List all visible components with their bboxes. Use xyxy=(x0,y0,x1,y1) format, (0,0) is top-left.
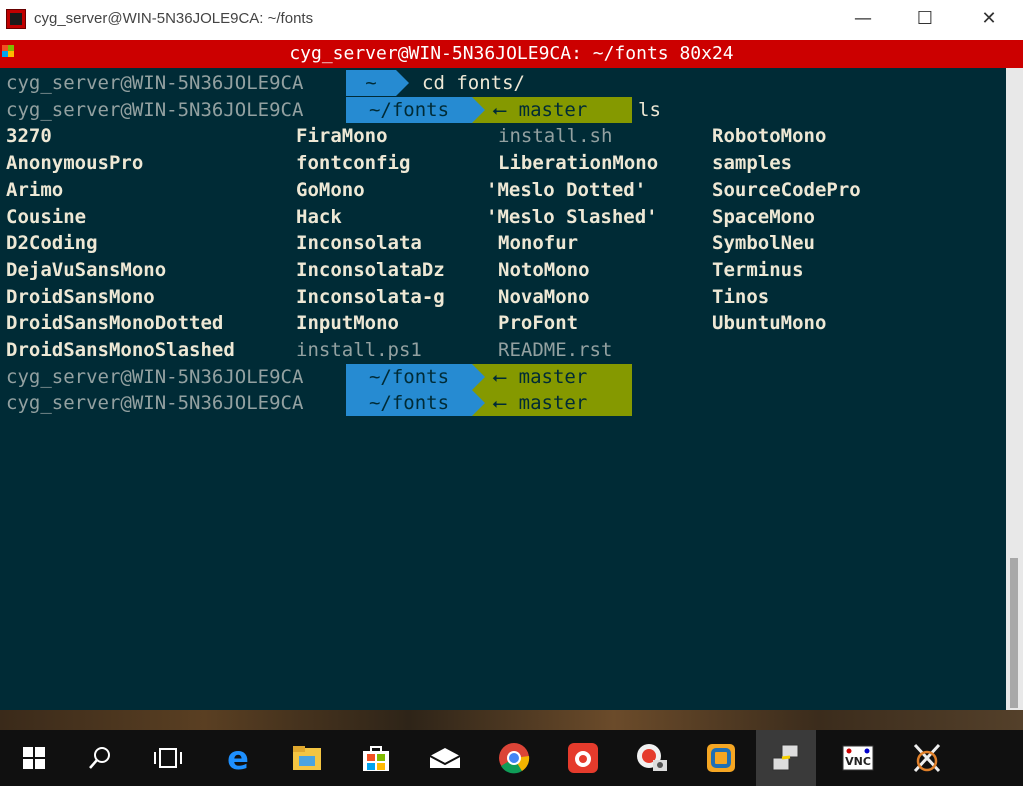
listing-directory: GoMono xyxy=(296,178,365,201)
separator-arrow-icon xyxy=(472,96,485,123)
scrollbar-thumb[interactable] xyxy=(1010,558,1018,708)
branch-icon: ⭠ xyxy=(492,392,508,415)
chrome-icon[interactable] xyxy=(484,730,544,786)
branch-icon: ⭠ xyxy=(492,98,508,121)
maximize-button[interactable]: ☐ xyxy=(893,0,957,40)
media-app-icon[interactable] xyxy=(622,730,682,786)
prompt-directory: ~ xyxy=(346,70,396,96)
vmware-icon[interactable] xyxy=(691,730,751,786)
taskbar-bar: e VNC xyxy=(0,730,1023,786)
separator-arrow-icon xyxy=(472,363,485,390)
listing-directory: FiraMono xyxy=(296,125,388,148)
branch-name: master xyxy=(507,392,588,415)
prompt-directory: ~/fonts xyxy=(346,96,472,123)
separator-arrow-icon xyxy=(396,70,409,96)
vnc-icon[interactable]: VNC xyxy=(828,730,888,786)
listing-directory: Hack xyxy=(296,205,342,228)
listing-directory: Terminus xyxy=(712,258,804,281)
prompt-user: cyg_server@WIN-5N36JOLE9CA xyxy=(6,365,304,388)
close-button[interactable]: ✕ xyxy=(957,0,1021,40)
listing-directory: Inconsolata xyxy=(296,232,422,255)
window-titlebar: cyg_server@WIN-5N36JOLE9CA: ~/fonts — ☐ … xyxy=(0,0,1023,40)
branch-name: master xyxy=(507,365,588,388)
listing-directory: NovaMono xyxy=(498,285,590,308)
file-explorer-icon[interactable] xyxy=(277,730,337,786)
listing-directory: LiberationMono xyxy=(498,152,659,175)
listing-directory: D2Coding xyxy=(6,232,98,255)
svg-text:VNC: VNC xyxy=(845,755,871,768)
listing-directory: RobotoMono xyxy=(712,125,827,148)
prompt-directory: ~/fonts xyxy=(346,363,472,390)
separator-arrow-icon xyxy=(472,390,485,417)
terminal-title-bar: cyg_server@WIN-5N36JOLE9CA: ~/fonts 80x2… xyxy=(0,40,1023,68)
taskbar: e VNC xyxy=(0,710,1023,786)
prompt-line: cyg_server@WIN-5N36JOLE9CA ~/fonts ⭠ maste… xyxy=(0,363,1006,391)
edge-icon[interactable]: e xyxy=(208,730,268,786)
prompt-line: cyg_server@WIN-5N36JOLE9CA ~/fonts ⭠ maste… xyxy=(0,96,1006,124)
branch-icon: ⭠ xyxy=(492,365,508,388)
prompt-user: cyg_server@WIN-5N36JOLE9CA xyxy=(6,392,304,415)
listing-directory: SourceCodePro xyxy=(712,178,861,201)
listing-directory: DroidSansMono xyxy=(6,285,155,308)
listing-directory: samples xyxy=(712,152,793,175)
listing-directory: 3270 xyxy=(6,125,52,148)
window-title: cyg_server@WIN-5N36JOLE9CA: ~/fonts xyxy=(34,10,314,27)
command-text: ls xyxy=(638,98,661,121)
listing-directory: Cousine xyxy=(6,205,87,228)
listing-directory: SpaceMono xyxy=(712,205,815,228)
listing-directory: SymbolNeu xyxy=(712,232,815,255)
terminal-output[interactable]: cyg_server@WIN-5N36JOLE9CA ~ cd fonts/cyg_… xyxy=(0,68,1006,710)
prompt-line: cyg_server@WIN-5N36JOLE9CA ~/fonts ⭠ maste… xyxy=(0,390,1006,417)
start-icon[interactable] xyxy=(4,730,64,786)
listing-directory: UbuntuMono xyxy=(712,312,827,335)
screenshot-app-icon[interactable] xyxy=(553,730,613,786)
command-text: cd fonts/ xyxy=(422,72,525,94)
listing-directory: DejaVuSansMono xyxy=(6,258,167,281)
separator-arrow-icon xyxy=(612,390,625,417)
separator-arrow-icon xyxy=(612,96,625,123)
prompt-line: cyg_server@WIN-5N36JOLE9CA ~ cd fonts/ xyxy=(0,70,1006,97)
prompt-directory: ~/fonts xyxy=(346,390,472,417)
separator-arrow-icon xyxy=(612,363,625,390)
listing-directory: DroidSansMonoSlashed xyxy=(6,339,235,361)
listing-directory: Inconsolata-g xyxy=(296,285,445,308)
listing-directory: fontconfig xyxy=(296,152,411,175)
prompt-user: cyg_server@WIN-5N36JOLE9CA xyxy=(6,72,304,94)
listing-directory: Arimo xyxy=(6,178,64,201)
listing-directory: 'Meslo Slashed' xyxy=(486,205,658,228)
prompt-git-branch: ⭠ master xyxy=(472,390,632,417)
prompt-git-branch: ⭠ master xyxy=(472,96,632,123)
branch-name: master xyxy=(507,98,588,121)
mail-icon[interactable] xyxy=(415,730,475,786)
desktop-wallpaper-strip xyxy=(0,710,1023,730)
listing-directory: ProFont xyxy=(498,312,579,335)
scrollbar[interactable] xyxy=(1006,68,1023,710)
store-icon[interactable] xyxy=(346,730,406,786)
listing-file: README.rst xyxy=(498,339,613,361)
listing-directory: AnonymousPro xyxy=(6,152,144,175)
search-icon[interactable] xyxy=(70,730,130,786)
windows-mini-icon xyxy=(2,45,14,61)
listing-directory: NotoMono xyxy=(498,258,590,281)
listing-directory: InputMono xyxy=(296,312,399,335)
listing-directory: 'Meslo Dotted' xyxy=(486,178,647,201)
prompt-user: cyg_server@WIN-5N36JOLE9CA xyxy=(6,98,304,121)
listing-file: install.ps1 xyxy=(296,339,422,361)
terminal-app-icon xyxy=(6,9,26,29)
prompt-git-branch: ⭠ master xyxy=(472,363,632,390)
listing-directory: DroidSansMonoDotted xyxy=(6,312,224,335)
terminal-title: cyg_server@WIN-5N36JOLE9CA: ~/fonts 80x2… xyxy=(289,43,734,64)
listing-directory: InconsolataDz xyxy=(296,258,445,281)
task-view-icon[interactable] xyxy=(138,730,198,786)
xserver-icon[interactable] xyxy=(897,730,957,786)
minimize-button[interactable]: — xyxy=(831,0,895,40)
listing-directory: Tinos xyxy=(712,285,770,308)
listing-directory: Monofur xyxy=(498,232,579,255)
svg-text:e: e xyxy=(227,743,249,773)
listing-file: install.sh xyxy=(498,125,613,148)
network-app-icon[interactable] xyxy=(756,730,816,786)
